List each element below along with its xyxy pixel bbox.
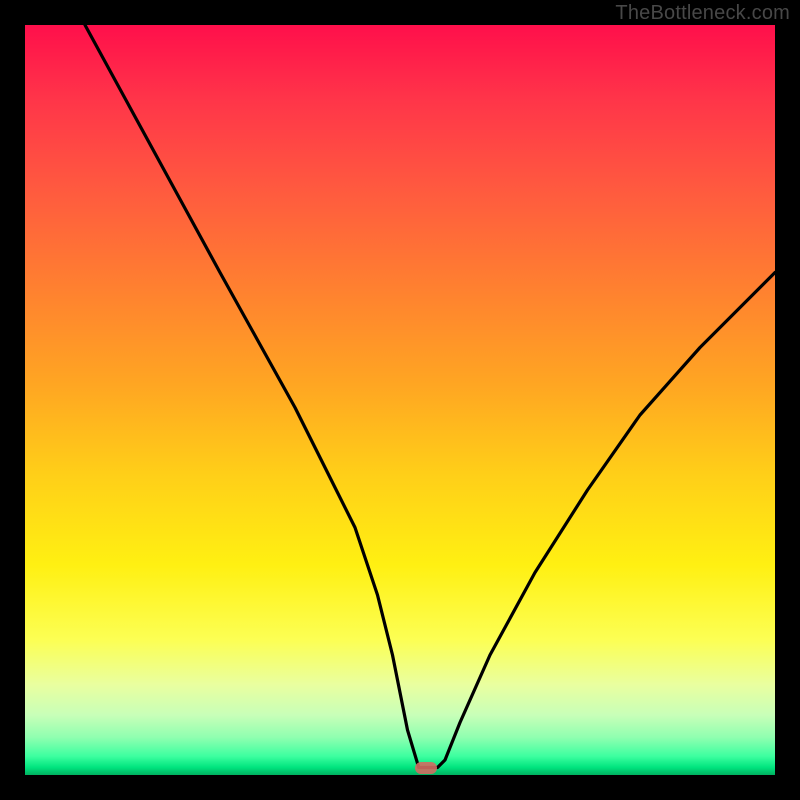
chart-frame: TheBottleneck.com [0,0,800,800]
minimum-marker [415,762,437,774]
watermark-text: TheBottleneck.com [615,2,790,25]
plot-area [25,25,775,775]
curve-path [85,25,775,768]
bottleneck-curve [25,25,775,775]
